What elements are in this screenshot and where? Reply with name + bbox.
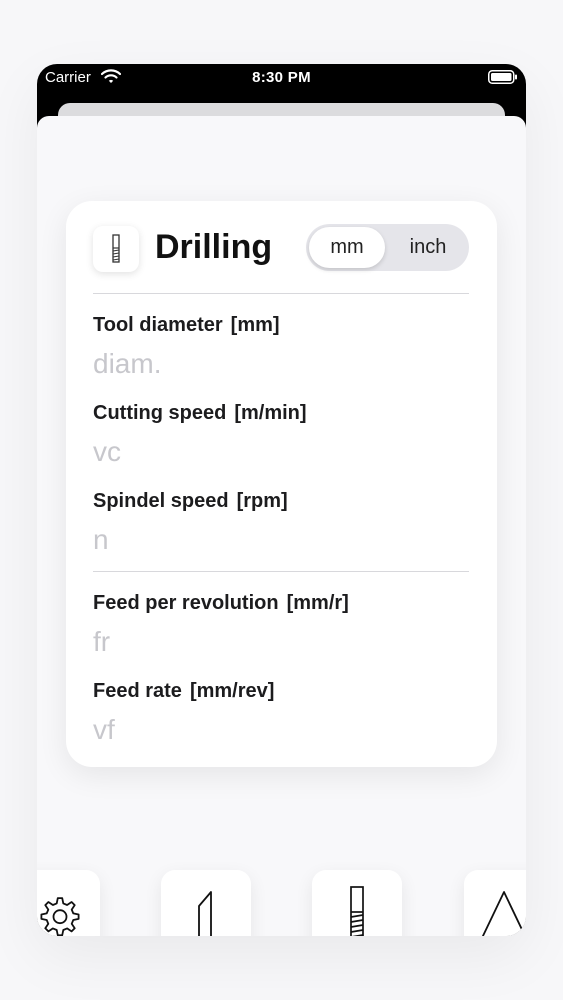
spindel-speed-label: Spindel speed [rpm]	[93, 490, 288, 512]
cutting-speed-label: Cutting speed [m/min]	[93, 402, 307, 424]
battery-icon	[488, 70, 518, 88]
status-bar: Carrier 8:30 PM	[37, 64, 526, 92]
drill-icon	[93, 226, 139, 272]
drill-icon	[350, 886, 364, 936]
feed-per-revolution-input[interactable]	[93, 624, 469, 660]
unit-option-inch[interactable]: inch	[389, 227, 467, 268]
gear-icon	[40, 897, 80, 936]
clock: 8:30 PM	[252, 69, 311, 86]
settings-button[interactable]	[37, 870, 100, 936]
divider	[93, 293, 469, 294]
phone-frame: Carrier 8:30 PM Drilling mm inch Tool di…	[37, 64, 526, 936]
threading-button[interactable]	[464, 870, 526, 936]
drilling-button[interactable]	[312, 870, 402, 936]
feed-rate-label: Feed rate [mm/rev]	[93, 680, 275, 702]
spindel-speed-input[interactable]	[93, 522, 469, 558]
turning-tool-icon	[198, 891, 212, 936]
divider	[93, 571, 469, 572]
triangle-icon	[481, 891, 526, 936]
unit-option-mm[interactable]: mm	[309, 227, 385, 268]
cutting-speed-input[interactable]	[93, 434, 469, 470]
page-title: Drilling	[155, 228, 273, 266]
feed-rate-input[interactable]	[93, 712, 469, 748]
tool-diameter-label: Tool diameter [mm]	[93, 314, 280, 336]
feed-per-revolution-label: Feed per revolution [mm/r]	[93, 592, 349, 614]
turning-button[interactable]	[161, 870, 251, 936]
modal-sheet: Drilling mm inch Tool diameter[mm] Cutti…	[37, 116, 526, 936]
calculator-card: Drilling mm inch Tool diameter[mm] Cutti…	[66, 201, 497, 767]
tool-diameter-input[interactable]	[93, 346, 469, 382]
unit-toggle: mm inch	[306, 224, 469, 271]
